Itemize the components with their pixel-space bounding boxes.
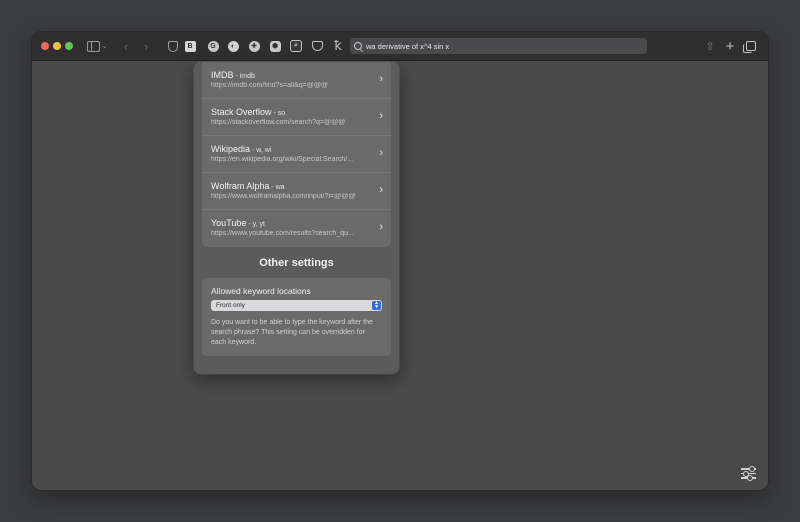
share-icon: ⇧ [705,40,715,53]
pocket-icon [311,41,323,51]
chevron-right-icon: › [379,221,383,233]
extension-button[interactable]: ✚ [247,38,261,54]
keyword-name: YouTube [211,218,247,228]
puzzle-icon: ✚ [248,40,260,52]
plus-icon: + [725,37,735,55]
keyword-url: https://imdb.com/find?s=all&q=@@@ [211,82,329,89]
keyword-alias: y, yt [252,221,265,228]
allowed-locations-card: Allowed keyword locations Front only ▲ ▼ … [202,278,391,356]
ublock-icon: ⬢ [269,40,281,52]
close-window-button[interactable] [41,42,49,50]
zoom-window-button[interactable] [65,42,73,50]
tab-overview-button[interactable] [743,38,758,54]
grammarly-icon: G [207,40,219,52]
keyword-url: https://stackoverflow.com/search?q=@@@ [211,119,346,126]
keyword-search-extension-button[interactable]: ⌕ [289,38,303,54]
chevron-right-icon: › [379,147,383,159]
select-stepper-icon: ▲ ▼ [372,301,381,310]
chevron-right-icon: › [143,38,149,54]
allowed-locations-label: Allowed keyword locations [211,286,311,296]
allowed-locations-value: Front only [216,302,245,309]
new-tab-button[interactable]: + [723,37,737,55]
grammarly-extension-button[interactable]: G [206,38,220,54]
settings-sliders-icon[interactable] [741,466,756,480]
chevron-right-icon: › [379,110,383,122]
allowed-locations-select[interactable]: Front only ▲ ▼ [211,300,382,311]
forward-button[interactable]: › [139,38,153,54]
keyword-row-wolfram-alpha[interactable]: Wolfram Alpha - wa https://www.wolframal… [202,173,391,210]
pocket-extension-button[interactable] [310,38,324,54]
keyword-row-imdb[interactable]: IMDB - imdb https://imdb.com/find?s=all&… [202,62,391,99]
keyword-alias: wa [275,184,285,191]
keyword-url: https://www.youtube.com/results?search_q… [211,230,354,237]
bitwarden-icon: B [184,40,196,52]
keyword-row-stack-overflow[interactable]: Stack Overflow - so https://stackoverflo… [202,99,391,136]
chevron-left-icon: ‹ [123,38,129,54]
dark-reader-extension-button[interactable]: ◐ [226,38,240,54]
privacy-shield-icon [168,40,178,52]
allowed-locations-help: Do you want to be able to type the keywo… [211,319,373,346]
dark-reader-icon: ◐ [227,40,239,52]
keyword-name: Wikipedia [211,144,251,154]
minimize-window-button[interactable] [53,42,61,50]
keyword-search-icon: ⌕ [290,40,302,52]
browser-toolbar: ⌄ ‹ › B G ◐ ✚ ⬢ ⌕ ꝁ wa derivative of x^4… [32,32,768,61]
chevron-right-icon: › [379,184,383,196]
sidebar-toggle-button[interactable]: ⌄ [86,38,108,54]
bitwarden-extension-button[interactable]: B [183,38,197,54]
keyword-url: https://www.wolframalpha.com/input/?i=@@… [211,193,356,200]
browser-window: ⌄ ‹ › B G ◐ ✚ ⬢ ⌕ ꝁ wa derivative of x^4… [32,32,768,490]
translate-icon: ꝁ [334,38,342,53]
keyword-search-popover: IMDB - imdb https://imdb.com/find?s=all&… [194,62,399,374]
sidebar-icon [86,40,100,52]
keyword-row-youtube[interactable]: YouTube - y, yt https://www.youtube.com/… [202,210,391,247]
keyword-alias: so [277,110,286,117]
search-icon [354,42,362,50]
keyword-name: IMDB [211,70,234,80]
tab-overview-icon [743,41,756,53]
chevron-down-icon: ⌄ [101,43,108,50]
keyword-url: https://en.wikipedia.org/wiki/Special:Se… [211,156,354,163]
translate-extension-button[interactable]: ꝁ [331,38,345,54]
chevron-right-icon: › [379,73,383,85]
address-bar-query[interactable]: wa derivative of x^4 sin x [366,42,449,51]
back-button[interactable]: ‹ [119,38,133,54]
address-bar[interactable]: wa derivative of x^4 sin x [350,38,647,54]
ublock-extension-button[interactable]: ⬢ [268,38,282,54]
keyword-alias: w, wi [256,147,272,154]
other-settings-heading: Other settings [259,257,334,269]
privacy-shield-button[interactable] [166,38,180,54]
keyword-name: Wolfram Alpha [211,181,270,191]
keyword-name: Stack Overflow [211,107,272,117]
keyword-alias: imdb [239,73,255,80]
keyword-list: IMDB - imdb https://imdb.com/find?s=all&… [202,62,391,247]
keyword-row-wikipedia[interactable]: Wikipedia - w, wi https://en.wikipedia.o… [202,136,391,173]
share-button[interactable]: ⇧ [703,38,717,54]
